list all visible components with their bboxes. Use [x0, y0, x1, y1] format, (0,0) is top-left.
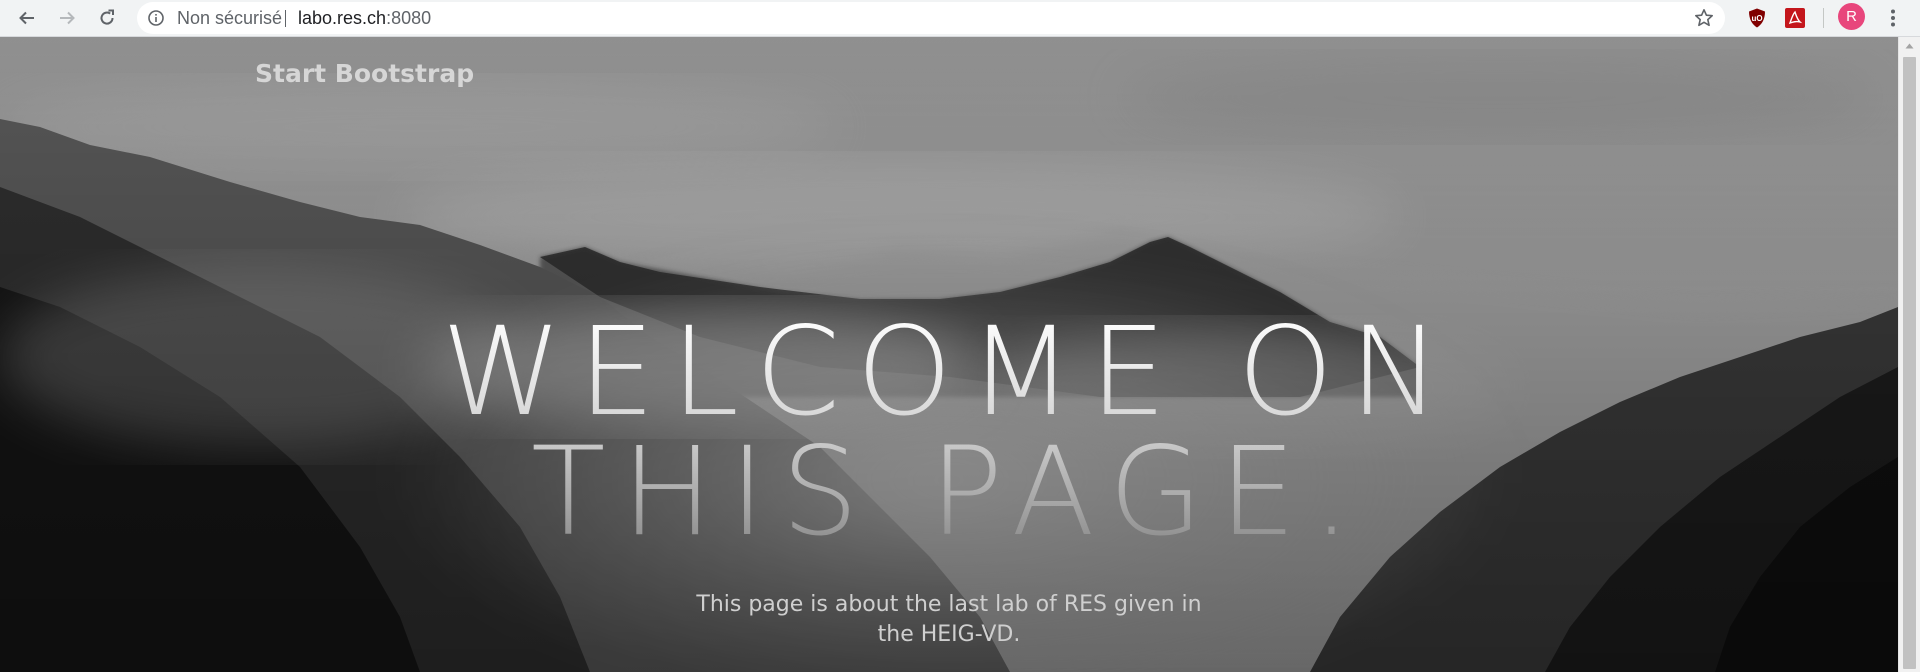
hero-heading-line-1: WELCOME ON	[0, 311, 1898, 433]
three-dots-vertical-icon	[1891, 9, 1895, 27]
url-text[interactable]: labo.res.ch:8080	[298, 2, 431, 34]
pdf-extension-button[interactable]	[1782, 5, 1808, 31]
star-outline-icon[interactable]	[1693, 7, 1715, 29]
hero-subtitle-line-1: This page is about the last lab of RES g…	[696, 592, 1202, 617]
ublock-origin-icon: uO	[1749, 8, 1765, 28]
address-bar[interactable]: Non sécurisé labo.res.ch:8080	[137, 2, 1725, 34]
hero-heading: WELCOME ON THIS PAGE.	[0, 311, 1898, 553]
scroll-up-arrow[interactable]	[1899, 37, 1920, 54]
page-viewport: Start Bootstrap WELCOME ON THIS PAGE. Th…	[0, 37, 1898, 672]
url-host: labo.res.ch	[298, 8, 387, 28]
hero-subtitle: This page is about the last lab of RES g…	[649, 590, 1249, 650]
svg-text:uO: uO	[1751, 14, 1762, 23]
browser-window: Non sécurisé labo.res.ch:8080 uO R Start…	[0, 0, 1920, 672]
forward-button[interactable]	[52, 3, 82, 33]
back-button[interactable]	[12, 3, 42, 33]
reload-icon	[100, 9, 114, 25]
profile-avatar[interactable]: R	[1838, 3, 1865, 30]
hero-heading-line-2: THIS PAGE.	[0, 431, 1898, 553]
arrow-right-icon	[60, 11, 75, 25]
browser-menu-button[interactable]	[1880, 5, 1906, 31]
ublock-extension-button[interactable]: uO	[1744, 5, 1770, 31]
info-circle-icon[interactable]	[146, 8, 166, 28]
arrow-left-icon	[19, 11, 34, 25]
toolbar-divider	[1823, 8, 1824, 28]
acrobat-pdf-icon	[1785, 8, 1805, 28]
navbar-brand-link[interactable]: Start Bootstrap	[255, 59, 474, 88]
url-port: :8080	[386, 8, 432, 28]
security-status-label[interactable]: Non sécurisé	[177, 2, 282, 34]
triangle-up-icon	[1905, 43, 1914, 48]
reload-button[interactable]	[92, 3, 122, 33]
hero-subtitle-line-2: the HEIG-VD.	[877, 622, 1021, 647]
scrollbar-thumb[interactable]	[1903, 57, 1916, 669]
browser-toolbar: Non sécurisé labo.res.ch:8080 uO R	[0, 0, 1920, 37]
omnibox-separator	[285, 10, 286, 27]
vertical-scrollbar[interactable]	[1898, 37, 1920, 672]
